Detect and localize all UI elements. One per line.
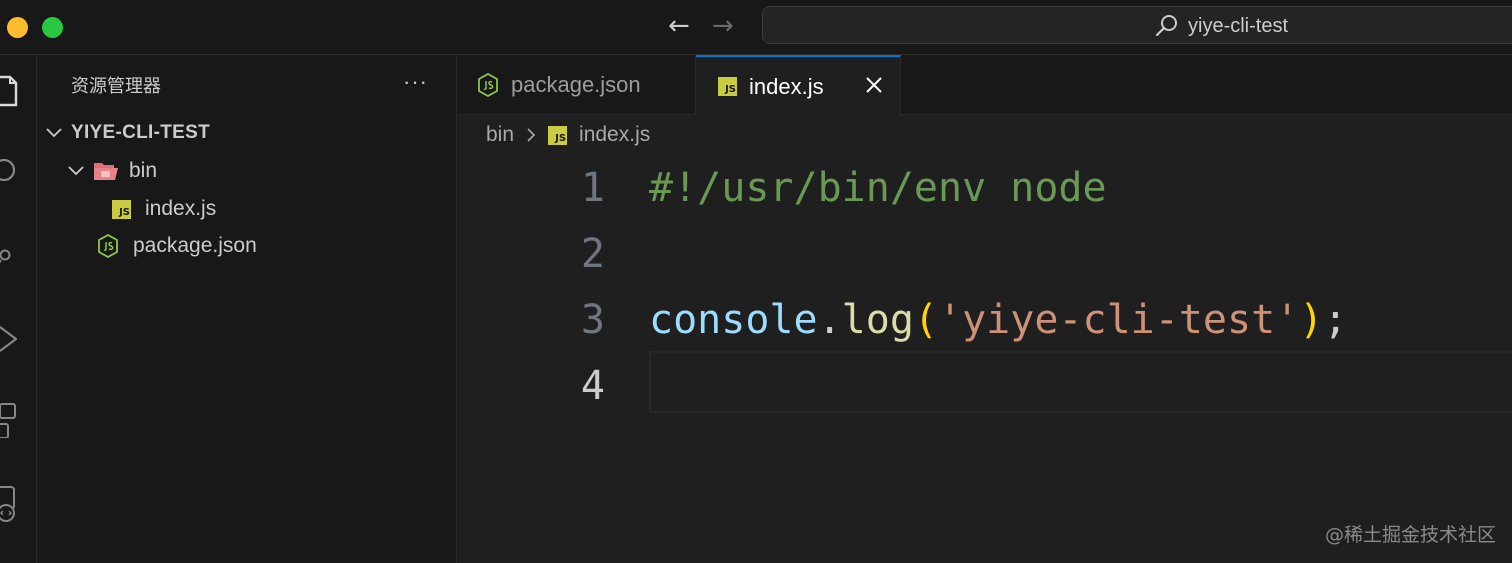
watermark: @稀土掘金技术社区: [1324, 524, 1496, 546]
project-root-row[interactable]: YIYE-CLI-TEST: [45, 116, 210, 150]
js-icon: JS: [718, 77, 737, 96]
code-token: console: [649, 297, 818, 343]
source-control-icon[interactable]: [0, 235, 22, 275]
tab-label: package.json: [511, 72, 641, 97]
command-center-search[interactable]: [762, 6, 1512, 44]
breadcrumb: bin JS index.js: [486, 120, 650, 150]
activity-bar: [0, 55, 37, 563]
nodejs-icon: [478, 73, 498, 97]
code-line[interactable]: 1 #!/usr/bin/env node: [457, 155, 1512, 221]
vscode-window: ← → yiye-cli-test 资源管理器 ··· YIYE-CLI-TES…: [0, 0, 1512, 563]
back-arrow-icon[interactable]: ←: [668, 12, 690, 40]
tab-index-js[interactable]: JS index.js: [696, 55, 901, 116]
line-number: 1: [580, 165, 605, 211]
line-number: 4: [580, 363, 605, 409]
breadcrumb-folder[interactable]: bin: [486, 123, 514, 147]
extensions-icon[interactable]: [0, 398, 22, 438]
code-token: log: [841, 297, 914, 343]
js-icon: JS: [548, 125, 568, 145]
line-number: 2: [580, 231, 605, 277]
code-token: (: [913, 297, 939, 343]
tab-label: index.js: [749, 73, 824, 99]
explorer-icon[interactable]: [0, 73, 22, 113]
code-line[interactable]: 2: [457, 221, 1512, 287]
run-debug-icon[interactable]: [0, 319, 22, 359]
search-icon: [1155, 15, 1177, 37]
code-token: 'yiye-cli-test': [938, 297, 1300, 343]
chevron-down-icon: [68, 166, 84, 176]
tree-item-index-js[interactable]: JS index.js: [112, 192, 216, 226]
tree-item-label: package.json: [133, 234, 257, 257]
search-view-icon[interactable]: [0, 152, 22, 192]
title-bar: ← → yiye-cli-test: [0, 0, 1512, 55]
remote-explorer-icon[interactable]: [0, 483, 22, 523]
tree-item-label: index.js: [145, 197, 217, 220]
tab-package-json[interactable]: package.json: [457, 55, 696, 115]
js-icon: JS: [112, 199, 131, 219]
code-token: ): [1299, 297, 1324, 343]
code-editor[interactable]: 1 #!/usr/bin/env node 2 3 console.log('yiye-…: [457, 155, 1512, 563]
project-name: YIYE-CLI-TEST: [71, 122, 211, 143]
chevron-right-icon: [527, 128, 536, 142]
close-icon[interactable]: [864, 75, 884, 95]
code-token: ;: [1323, 297, 1348, 343]
forward-arrow-icon[interactable]: →: [712, 12, 734, 40]
tree-item-package-json[interactable]: package.json: [97, 229, 257, 263]
line-number: 3: [580, 297, 605, 343]
explorer-title: 资源管理器: [71, 76, 161, 97]
code-line[interactable]: 4: [457, 353, 1512, 419]
zoom-button[interactable]: [42, 17, 63, 38]
search-text: yiye-cli-test: [1188, 15, 1289, 37]
line-content: console.log('yiye-cli-test');: [649, 287, 1347, 353]
code-token: #!/usr/bin/env node: [649, 165, 1107, 211]
explorer-sidebar: 资源管理器 ··· YIYE-CLI-TEST bin JS index.js: [37, 55, 457, 563]
editor-tab-bar: package.json JS index.js: [457, 55, 1512, 116]
more-actions-icon[interactable]: ···: [403, 69, 428, 95]
nodejs-icon: [98, 234, 118, 258]
tree-item-bin[interactable]: bin: [67, 154, 157, 188]
minimize-button[interactable]: [7, 17, 28, 38]
breadcrumb-file[interactable]: index.js: [579, 123, 650, 147]
folder-open-icon: [94, 163, 118, 180]
line-content: #!/usr/bin/env node: [649, 155, 1107, 221]
code-token: .: [817, 297, 842, 343]
chevron-down-icon: [46, 128, 62, 138]
tree-item-label: bin: [129, 159, 158, 182]
code-line[interactable]: 3 console.log('yiye-cli-test');: [457, 287, 1512, 353]
